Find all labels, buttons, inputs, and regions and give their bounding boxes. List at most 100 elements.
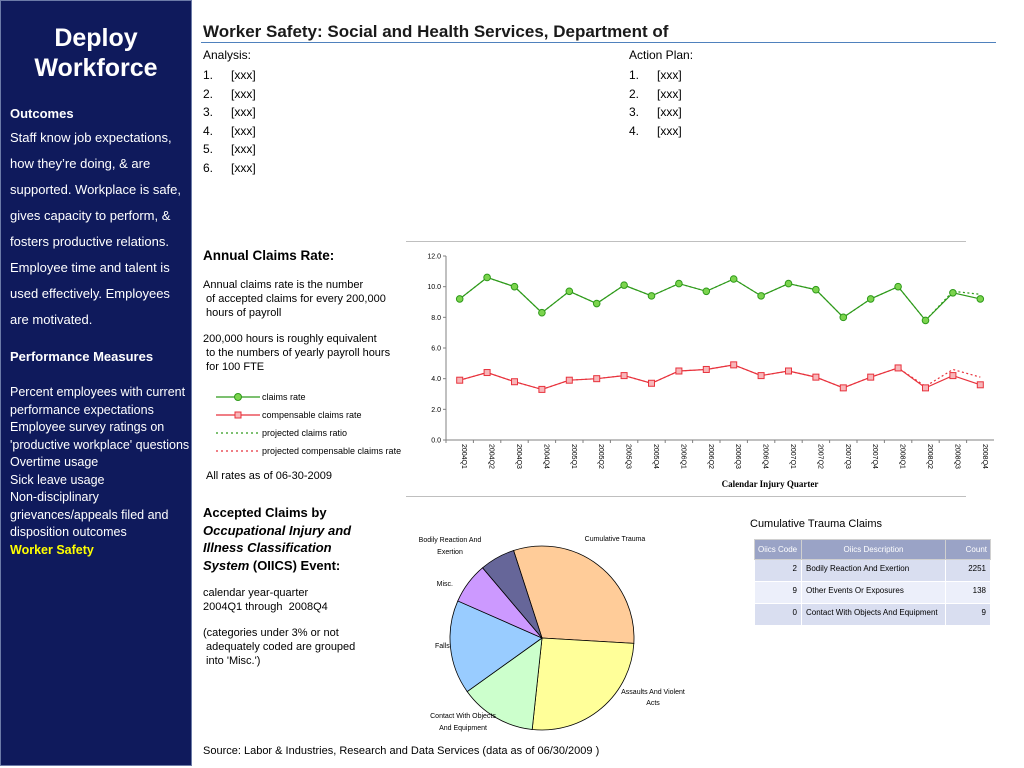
column-header: Oiics Description [801,539,946,560]
x-axis-title: Calendar Injury Quarter [722,479,819,489]
data-point [565,376,573,384]
data-point [785,367,792,375]
analysis-item: 6. [xxx] [203,160,256,175]
data-point [812,285,820,294]
oiics-heading-line: System (OIICS) Event: [203,557,341,573]
data-point [592,299,601,308]
pie-label-bodily: Bodily Reaction And [419,537,482,544]
claims-note: All rates as of 06-30-2009 [206,470,332,482]
legend-label: projected compensable claims rate [262,446,402,456]
data-point [784,279,793,288]
cell-code: 2 [754,559,802,582]
cell-code: 9 [754,581,802,604]
data-point [593,375,601,383]
data-point [538,385,546,393]
data-point [647,292,656,300]
measure-item[interactable]: Overtime usage [10,454,190,472]
data-point [510,282,519,291]
action-plan-list: 1. [xxx] 2. [xxx] 3. [xxx] 4. [xxx] [629,66,682,140]
table-header-row: Oiics Code Oiics Description Count [754,539,991,560]
claims-para2: 200,000 hours is roughly equivalent to t… [203,333,391,373]
outcomes-line: supported. Workplace is safe, [10,182,182,197]
data-point [949,372,957,380]
data-point [729,275,738,283]
sidebar: Deploy Workforce Outcomes Staff know job… [0,0,192,766]
measure-item[interactable]: Percent employees with current performan… [10,384,190,419]
x-tick-label: 2007Q2 [816,444,823,469]
oiics-heading: Accepted Claims by Occupational Injury a… [203,504,351,574]
data-point [757,292,765,300]
data-point [620,372,628,380]
x-tick-label: 2004Q3 [515,444,522,469]
y-tick-label: 4.0 [431,376,441,383]
outcomes-line: Employee time and talent is [10,260,170,275]
column-header: Count [945,539,991,560]
data-point [839,313,848,322]
analysis-heading: Analysis: [203,48,252,62]
data-point [757,372,765,380]
analysis-item: 1. [xxx] [203,68,256,82]
outcomes-line: fosters productive relations. [10,234,169,249]
data-point [921,316,930,325]
legend-swatch-projected-compensable [216,450,260,452]
oiics-para1: calendar year-quarter 2004Q1 through 200… [203,587,328,613]
series-line-2 [459,276,981,322]
legend-swatch-projected-claims [216,432,260,434]
pie-label-assaults: Assaults And Violent [621,689,685,696]
sidebar-title-line1: Deploy [54,24,138,52]
column-header: Oiics Code [754,539,802,560]
measure-item[interactable]: Employee survey ratings on 'productive w… [10,419,190,454]
pie-label-assaults: Acts [646,700,660,707]
section-divider [406,496,966,497]
outcomes-heading: Outcomes [10,106,74,121]
data-point [456,376,464,384]
data-point [620,281,628,289]
measure-item[interactable]: Non-disciplinary grievances/appeals file… [10,489,190,542]
data-point [455,295,464,303]
claims-rate-line-chart: 0.0 2.0 4.0 6.0 8.0 10.0 12.0 2004Q1 2004Q2 2004Q… [427,254,994,489]
pie-label-bodily: Exertion [437,549,463,556]
data-point [839,384,847,392]
analysis-list: 1. [xxx] 2. [xxx] 3. [xxx] 4. [xxx] 5. [xxx] … [203,66,256,177]
outcomes-line: how they’re doing, & are [10,156,151,171]
analysis-item: 4. [xxx] [203,123,256,138]
legend-label: projected claims ratio [262,428,348,438]
measure-item[interactable]: Sick leave usage [10,472,190,490]
table-row: 9 Other Events Or Exposures 138 [754,581,991,604]
x-tick-label: 2005Q1 [570,444,577,469]
action-plan-item: 2. [xxx] [629,86,682,101]
data-point [894,282,902,291]
pie-label-contact: Contact With Objects [430,713,496,720]
legend-item: compensable claims rate [216,408,362,422]
y-tick-label: 0.0 [431,438,441,445]
legend-item: claims rate [216,390,306,404]
action-plan-item: 1. [xxx] [629,68,682,82]
legend-label: compensable claims rate [262,410,362,420]
data-point [894,364,902,372]
x-tick-label: 2006Q4 [762,444,769,469]
x-tick-label: 2004Q4 [542,444,549,469]
cell-count: 138 [945,581,991,604]
data-point [675,367,683,375]
cell-count: 9 [945,603,991,626]
y-tick-label: 8.0 [431,315,441,322]
oiics-para2: (categories under 3% or not adequately c… [203,627,356,667]
data-point [565,287,574,296]
oiics-heading-line: Accepted Claims by [203,505,327,520]
sidebar-title: Deploy Workforce [1,23,191,83]
x-tick-label: 2008Q3 [953,444,960,469]
measure-item-active[interactable]: Worker Safety [10,542,190,560]
pie-label-misc: Misc. [437,581,453,588]
data-point [538,308,546,317]
data-point [511,378,518,386]
data-point [949,289,957,297]
oiics-pie-chart: Bodily Reaction And Exertion Cumulative … [419,536,685,732]
cell-desc: Contact With Objects And Equipment [801,603,946,626]
x-tick-label: 2007Q3 [844,444,851,469]
x-tick-label: 2006Q3 [734,444,741,469]
data-point [675,279,683,288]
y-tick-label: 12.0 [427,254,441,261]
section-divider [406,241,966,242]
measures-list: Percent employees with current performan… [10,384,190,559]
y-tick-label: 6.0 [431,346,441,353]
